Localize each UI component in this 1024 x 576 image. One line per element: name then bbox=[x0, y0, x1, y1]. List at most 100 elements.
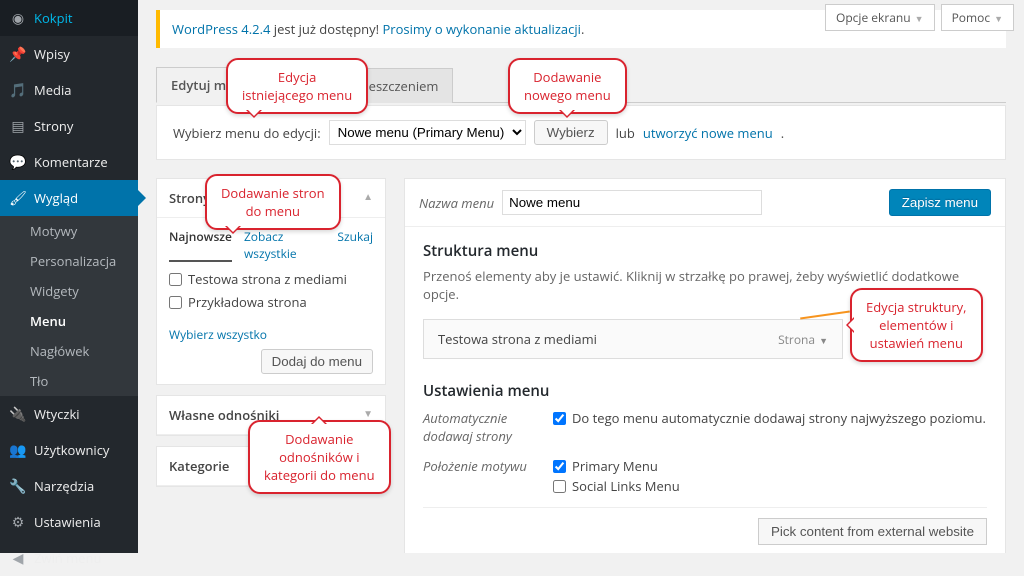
tab-recent-pages[interactable]: Najnowsze bbox=[169, 228, 232, 262]
location-label: Położenie motywu bbox=[423, 455, 553, 497]
create-new-menu-link[interactable]: utworzyć nowe menu bbox=[643, 124, 773, 142]
menu-select[interactable]: Nowe menu (Primary Menu) bbox=[329, 120, 526, 145]
auto-add-checkbox[interactable] bbox=[553, 412, 566, 425]
notice-text: jest już dostępny! bbox=[270, 20, 382, 38]
callout-add-new: Dodawanie nowego menu bbox=[508, 58, 627, 114]
location-primary-checkbox[interactable] bbox=[553, 460, 566, 473]
accordion-title: Kategorie bbox=[169, 457, 229, 475]
tab-all-pages[interactable]: Zobacz wszystkie bbox=[244, 228, 325, 262]
structure-heading: Struktura menu bbox=[423, 241, 987, 261]
sidebar-sub-menu[interactable]: Menu bbox=[0, 306, 138, 336]
sidebar-item-pages[interactable]: ▤ Strony bbox=[0, 108, 138, 144]
add-to-menu-button[interactable]: Dodaj do menu bbox=[261, 349, 373, 374]
menu-editor-panel: Nazwa menu Zapisz menu Struktura menu Pr… bbox=[404, 178, 1006, 553]
update-action-link[interactable]: Prosimy o wykonanie aktualizacji bbox=[382, 20, 580, 38]
location-social-checkbox[interactable] bbox=[553, 480, 566, 493]
settings-heading: Ustawienia menu bbox=[423, 381, 987, 401]
sidebar-item-label: Komentarze bbox=[34, 153, 108, 171]
sidebar-sub-background[interactable]: Tło bbox=[0, 366, 138, 396]
menu-name-label: Nazwa menu bbox=[419, 194, 494, 212]
sidebar-item-label: Narzędzia bbox=[34, 477, 94, 495]
page-checkbox-row[interactable]: Testowa strona z mediami bbox=[169, 270, 373, 288]
sidebar-sub-themes[interactable]: Motywy bbox=[0, 216, 138, 246]
location-checkbox-row[interactable]: Social Links Menu bbox=[553, 477, 987, 495]
auto-add-label: Automatycznie dodawaj strony bbox=[423, 407, 553, 445]
selector-dot: . bbox=[781, 124, 784, 142]
sidebar-sub-widgets[interactable]: Widgety bbox=[0, 276, 138, 306]
sidebar-item-settings[interactable]: ⚙ Ustawienia bbox=[0, 504, 138, 540]
checkbox-label: Social Links Menu bbox=[572, 477, 680, 495]
sidebar-item-label: Zwiń menu bbox=[34, 549, 101, 567]
sidebar-item-appearance[interactable]: 🖌 Wygląd bbox=[0, 180, 138, 216]
chevron-down-icon: ▼ bbox=[819, 334, 828, 347]
page-checkbox-row[interactable]: Przykładowa strona bbox=[169, 293, 373, 311]
top-toolbar: Opcje ekranu ▼ Pomoc▼ bbox=[825, 4, 1014, 31]
sidebar-item-tools[interactable]: 🔧 Narzędzia bbox=[0, 468, 138, 504]
page-title: Testowa strona z mediami bbox=[188, 270, 347, 288]
help-button[interactable]: Pomoc▼ bbox=[941, 4, 1014, 31]
sidebar-item-comments[interactable]: 💬 Komentarze bbox=[0, 144, 138, 180]
screen-options-button[interactable]: Opcje ekranu ▼ bbox=[825, 4, 935, 31]
page-icon: ▤ bbox=[8, 116, 28, 136]
sidebar-item-posts[interactable]: 📌Wpisy bbox=[0, 36, 138, 72]
button-label: Opcje ekranu bbox=[836, 9, 911, 26]
brush-icon: 🖌 bbox=[8, 188, 28, 208]
sidebar-item-collapse[interactable]: ◀ Zwiń menu bbox=[0, 540, 138, 576]
media-icon: 🎵 bbox=[8, 80, 28, 100]
chevron-down-icon: ▼ bbox=[915, 12, 924, 25]
location-checkbox-row[interactable]: Primary Menu bbox=[553, 457, 987, 475]
checkbox-label: Do tego menu automatycznie dodawaj stron… bbox=[572, 409, 986, 427]
selector-or-text: lub bbox=[616, 124, 635, 142]
sidebar-item-plugins[interactable]: 🔌 Wtyczki bbox=[0, 396, 138, 432]
page-title: Przykładowa strona bbox=[188, 293, 307, 311]
menu-editor-header: Nazwa menu Zapisz menu bbox=[405, 179, 1005, 227]
dashboard-icon: ◉ bbox=[8, 8, 28, 28]
callout-edit-structure: Edycja struktury, elementów i ustawień m… bbox=[850, 288, 983, 362]
sidebar-item-label: Użytkownicy bbox=[34, 441, 109, 459]
collapse-icon: ◀ bbox=[8, 548, 28, 568]
checkbox-label: Primary Menu bbox=[572, 457, 658, 475]
notice-text: . bbox=[581, 20, 584, 38]
tools-icon: 🔧 bbox=[8, 476, 28, 496]
sidebar-submenu-appearance: Motywy Personalizacja Widgety Menu Nagłó… bbox=[0, 216, 138, 396]
select-all-link[interactable]: Wybierz wszystko bbox=[169, 326, 267, 343]
page-checkbox[interactable] bbox=[169, 296, 182, 309]
sidebar-item-label: Ustawienia bbox=[34, 513, 101, 531]
callout-add-pages: Dodawanie stron do menu bbox=[205, 174, 341, 230]
tab-search-pages[interactable]: Szukaj bbox=[337, 228, 373, 262]
callout-edit-existing: Edycja istniejącego menu bbox=[226, 58, 368, 114]
sidebar-item-dashboard[interactable]: ◉ Kokpit bbox=[0, 0, 138, 36]
save-menu-button-top[interactable]: Zapisz menu bbox=[889, 189, 991, 216]
plugin-icon: 🔌 bbox=[8, 404, 28, 424]
menu-name-input[interactable] bbox=[502, 190, 762, 215]
sidebar-item-label: Kokpit bbox=[34, 9, 72, 27]
pages-filter-tabs: Najnowsze Zobacz wszystkie Szukaj bbox=[169, 228, 373, 262]
chevron-down-icon: ▼ bbox=[994, 12, 1003, 25]
sidebar-sub-customize[interactable]: Personalizacja bbox=[0, 246, 138, 276]
sidebar-item-label: Wtyczki bbox=[34, 405, 80, 423]
accordion-title: Strony bbox=[169, 189, 210, 207]
sidebar-sub-header[interactable]: Nagłówek bbox=[0, 336, 138, 366]
menu-editor-column: Nazwa menu Zapisz menu Struktura menu Pr… bbox=[404, 178, 1006, 553]
sidebar-item-label: Media bbox=[34, 81, 71, 99]
pick-content-button[interactable]: Pick content from external website bbox=[758, 518, 987, 545]
sidebar-item-label: Wygląd bbox=[34, 189, 78, 207]
callout-add-links: Dodawanie odnośników i kategorii do menu bbox=[248, 420, 391, 494]
comment-icon: 💬 bbox=[8, 152, 28, 172]
pin-icon: 📌 bbox=[8, 44, 28, 64]
location-row: Położenie motywu Primary Menu Social Lin… bbox=[423, 455, 987, 497]
chevron-up-icon: ▲ bbox=[363, 189, 373, 207]
sidebar-item-users[interactable]: 👥Użytkownicy bbox=[0, 432, 138, 468]
page-checkbox[interactable] bbox=[169, 273, 182, 286]
selector-label: Wybierz menu do edycji: bbox=[173, 124, 321, 142]
wordpress-version-link[interactable]: WordPress 4.2.4 bbox=[172, 20, 270, 38]
menu-item-type[interactable]: Strona▼ bbox=[778, 331, 828, 348]
sidebar-item-label: Strony bbox=[34, 117, 73, 135]
settings-icon: ⚙ bbox=[8, 512, 28, 532]
menu-item-title: Testowa strona z mediami bbox=[438, 330, 597, 348]
auto-add-row: Automatycznie dodawaj strony Do tego men… bbox=[423, 407, 987, 445]
sidebar-item-media[interactable]: 🎵 Media bbox=[0, 72, 138, 108]
menu-item[interactable]: Testowa strona z mediami Strona▼ bbox=[423, 319, 843, 359]
admin-sidebar: ◉ Kokpit 📌Wpisy 🎵 Media ▤ Strony 💬 Komentarz… bbox=[0, 0, 138, 553]
auto-add-checkbox-row[interactable]: Do tego menu automatycznie dodawaj stron… bbox=[553, 409, 987, 427]
